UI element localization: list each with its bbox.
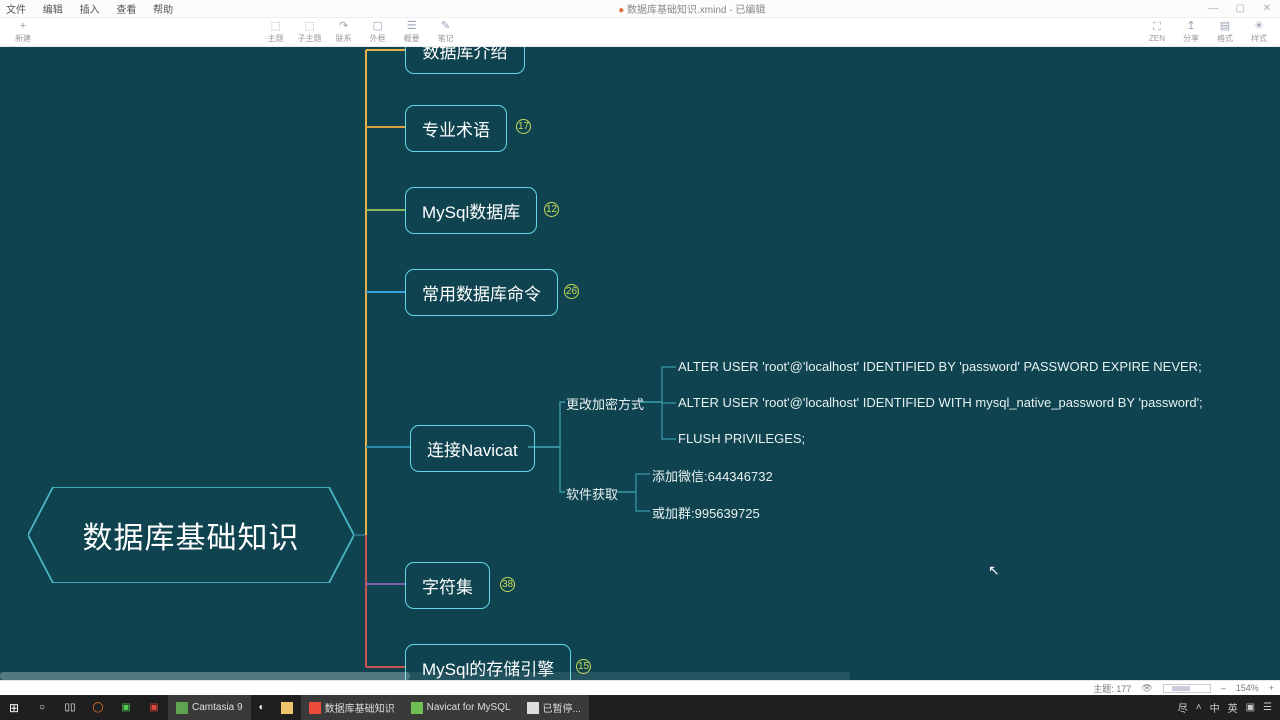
- node-commands[interactable]: 常用数据库命令: [405, 269, 558, 316]
- topic-count: 主题: 177: [1093, 682, 1131, 695]
- leaf-sql2[interactable]: ALTER USER 'root'@'localhost' IDENTIFIED…: [678, 395, 1203, 410]
- tool-format[interactable]: ▤格式: [1208, 18, 1242, 47]
- leaf-contact1[interactable]: 添加微信:644346732: [652, 466, 773, 485]
- leaf-sql3[interactable]: FLUSH PRIVILEGES;: [678, 431, 805, 446]
- toolbar: +新建 ⬚主题 ⬚子主题 ↷联系 ▢外框 ☰概要 ✎笔记 ⛶ZEN ↥分享 ▤格…: [0, 18, 1280, 47]
- search-button[interactable]: ○: [28, 695, 56, 720]
- tool-zen[interactable]: ⛶ZEN: [1140, 18, 1174, 47]
- tool-share[interactable]: ↥分享: [1174, 18, 1208, 47]
- tool-theme[interactable]: ⬚主题: [259, 18, 293, 47]
- node-get-software[interactable]: 软件获取: [566, 484, 618, 503]
- window-title: ● 数据库基础知识.xmind - 已编辑: [618, 1, 765, 16]
- boundary-icon: ▢: [372, 21, 382, 32]
- node-label: 连接Navicat: [427, 436, 518, 461]
- firefox-icon[interactable]: ◯: [84, 695, 112, 720]
- share-icon: ↥: [1186, 21, 1195, 32]
- node-label: MySql数据库: [422, 198, 520, 223]
- leaf-contact2[interactable]: 或加群:995639725: [652, 503, 760, 522]
- summary-icon: ☰: [407, 21, 417, 32]
- taskbar-explorer[interactable]: [273, 695, 301, 720]
- tool-style[interactable]: ☀样式: [1242, 18, 1276, 47]
- wechat-icon[interactable]: ▣: [112, 695, 140, 720]
- subtopic-icon: ⬚: [304, 21, 314, 32]
- node-encrypt-method[interactable]: 更改加密方式: [566, 394, 644, 413]
- filename-status: - 已编辑: [726, 5, 765, 16]
- zoom-level: 154%: [1236, 683, 1259, 693]
- tool-create[interactable]: +新建: [6, 18, 40, 47]
- node-db-intro[interactable]: 数据库介绍: [405, 47, 525, 74]
- filename: 数据库基础知识.xmind: [627, 5, 726, 16]
- taskbar-paused[interactable]: 已暂停...: [519, 695, 589, 720]
- child-count-badge[interactable]: 26: [564, 284, 579, 299]
- taskview-button[interactable]: ▯▯: [56, 695, 84, 720]
- relation-icon: ↷: [339, 21, 348, 32]
- tray-chevron-up-icon[interactable]: ˄: [1196, 702, 1202, 713]
- windows-taskbar: ⊞ ○ ▯▯ ◯ ▣ ▣ Camtasia 9 ◐ 数据库基础知识 Navica…: [0, 695, 1280, 720]
- app-statusbar: 主题: 177 👁 – 154% +: [0, 680, 1280, 695]
- ime-lang[interactable]: 中: [1210, 700, 1220, 715]
- tool-subtopic[interactable]: ⬚子主题: [293, 18, 327, 47]
- topic-icon: ⬚: [270, 21, 280, 32]
- system-tray: 尽 ˄ 中 英 ▣ ☰: [1170, 700, 1280, 715]
- taskbar-chrome[interactable]: ◐: [251, 695, 273, 720]
- zoom-in-button[interactable]: +: [1269, 683, 1274, 693]
- zoom-out-button[interactable]: –: [1221, 683, 1226, 693]
- root-node-label: 数据库基础知识: [28, 487, 354, 583]
- close-button[interactable]: ✕: [1260, 3, 1274, 14]
- action-center-icon[interactable]: ☰: [1263, 702, 1272, 713]
- node-charset[interactable]: 字符集: [405, 562, 490, 609]
- node-mysql[interactable]: MySql数据库: [405, 187, 537, 234]
- mindmap-canvas[interactable]: 数据库基础知识 数据库介绍 专业术语 17 MySql数据库 12 常用数据库命…: [0, 47, 1280, 680]
- window-controls: — ▢ ✕: [1196, 3, 1274, 14]
- menu-edit[interactable]: 编辑: [43, 5, 63, 16]
- start-button[interactable]: ⊞: [0, 695, 28, 720]
- node-label: 专业术语: [422, 116, 490, 141]
- visibility-icon[interactable]: 👁: [1141, 683, 1152, 694]
- tray-notify-icon[interactable]: 尽: [1178, 700, 1188, 715]
- plus-icon: +: [20, 21, 26, 32]
- tool-summary[interactable]: ☰概要: [395, 18, 429, 47]
- node-terms[interactable]: 专业术语: [405, 105, 507, 152]
- child-count-badge[interactable]: 38: [500, 577, 515, 592]
- menu-insert[interactable]: 插入: [80, 5, 100, 16]
- menu-file[interactable]: 文件: [6, 5, 26, 16]
- tool-note[interactable]: ✎笔记: [429, 18, 463, 47]
- modified-indicator-icon: ●: [618, 5, 624, 16]
- minimize-button[interactable]: —: [1206, 3, 1220, 14]
- fullscreen-icon: ⛶: [1153, 22, 1161, 33]
- child-count-badge[interactable]: 17: [516, 119, 531, 134]
- node-label: 字符集: [422, 573, 473, 598]
- menu-view[interactable]: 查看: [116, 5, 136, 16]
- menu-bar: 文件 编辑 插入 查看 帮助 ● 数据库基础知识.xmind - 已编辑 — ▢…: [0, 0, 1280, 18]
- taskbar-xmind[interactable]: 数据库基础知识: [301, 695, 403, 720]
- taskbar-camtasia[interactable]: Camtasia 9: [168, 695, 251, 720]
- scrollbar-thumb[interactable]: [0, 672, 410, 680]
- format-icon: ▤: [1220, 21, 1230, 32]
- taskbar-navicat[interactable]: Navicat for MySQL: [403, 695, 519, 720]
- ime-keyboard-icon[interactable]: ▣: [1246, 702, 1255, 713]
- root-node[interactable]: 数据库基础知识: [28, 487, 354, 583]
- tool-relation[interactable]: ↷联系: [327, 18, 361, 47]
- maximize-button[interactable]: ▢: [1233, 3, 1247, 14]
- ime-mode[interactable]: 英: [1228, 700, 1238, 715]
- app-icon-red[interactable]: ▣: [140, 695, 168, 720]
- node-navicat[interactable]: 连接Navicat: [410, 425, 535, 472]
- child-count-badge[interactable]: 12: [544, 202, 559, 217]
- menu-help[interactable]: 帮助: [153, 5, 173, 16]
- node-label: 数据库介绍: [423, 47, 508, 63]
- minimap[interactable]: [1163, 684, 1211, 693]
- horizontal-scrollbar[interactable]: [0, 672, 850, 680]
- leaf-sql1[interactable]: ALTER USER 'root'@'localhost' IDENTIFIED…: [678, 359, 1202, 374]
- note-icon: ✎: [441, 21, 450, 32]
- menu-items: 文件 编辑 插入 查看 帮助: [6, 1, 187, 16]
- style-icon: ☀: [1254, 21, 1264, 32]
- tool-boundary[interactable]: ▢外框: [361, 18, 395, 47]
- node-label: 常用数据库命令: [422, 280, 541, 305]
